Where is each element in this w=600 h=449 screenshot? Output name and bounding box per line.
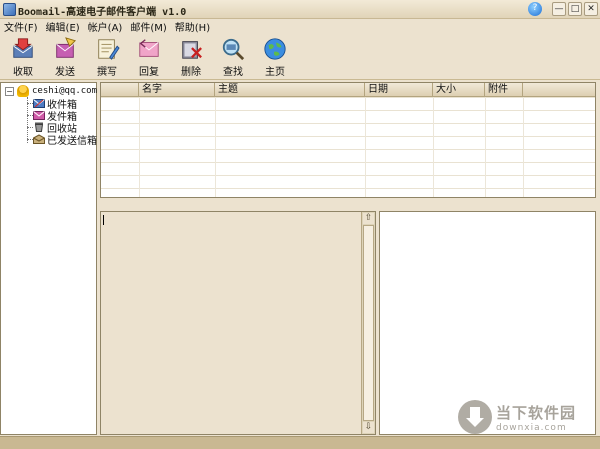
collapse-icon[interactable]: − — [5, 86, 14, 96]
compose-label: 撰写 — [97, 67, 117, 78]
receive-label: 收取 — [13, 67, 33, 78]
window-controls: ? — □ ✕ — [528, 2, 598, 16]
mail-list[interactable]: 名字 主题 日期 大小 附件 — [100, 82, 596, 198]
sent-icon — [33, 134, 45, 144]
scroll-thumb[interactable] — [363, 225, 374, 421]
app-icon — [3, 3, 16, 16]
close-button[interactable]: ✕ — [584, 2, 598, 16]
reply-label: 回复 — [139, 67, 159, 78]
receive-button[interactable]: 收取 — [2, 34, 44, 78]
menu-mail[interactable]: 邮件(M) — [126, 19, 170, 34]
folder-sent[interactable]: 已发送信箱 — [27, 133, 97, 147]
folder-tree: − ceshi@qq.com 收件箱 发件箱 回收站 已发送信箱 — [0, 82, 97, 435]
folder-label: 已发送信箱 — [47, 135, 97, 147]
delete-button[interactable]: 删除 — [170, 34, 212, 78]
scroll-down-icon[interactable]: ⇩ — [363, 422, 374, 433]
account-label: ceshi@qq.com — [32, 86, 98, 96]
column-header-date[interactable]: 日期 — [365, 83, 433, 96]
delete-label: 删除 — [181, 67, 201, 78]
status-bar — [0, 436, 600, 449]
search-label: 查找 — [223, 67, 243, 78]
column-header-filler — [523, 83, 595, 96]
message-preview[interactable]: ⇧ ⇩ — [100, 211, 376, 435]
scroll-up-icon[interactable]: ⇧ — [363, 213, 374, 224]
home-button[interactable]: 主页 — [254, 34, 296, 78]
user-icon — [17, 85, 29, 97]
search-button[interactable]: 查找 — [212, 34, 254, 78]
column-header-subject[interactable]: 主题 — [215, 83, 365, 96]
reply-icon — [139, 39, 159, 57]
mail-list-body[interactable] — [101, 97, 595, 197]
search-icon — [222, 38, 245, 61]
minimize-button[interactable]: — — [552, 2, 566, 16]
compose-button[interactable]: 撰写 — [86, 34, 128, 78]
help-icon[interactable]: ? — [528, 2, 542, 16]
preview-scrollbar[interactable]: ⇧ ⇩ — [361, 212, 375, 434]
mail-list-header: 名字 主题 日期 大小 附件 — [101, 83, 595, 97]
send-label: 发送 — [55, 67, 75, 78]
watermark-name: 当下软件园 — [496, 403, 577, 422]
column-header-size[interactable]: 大小 — [433, 83, 485, 96]
menu-file[interactable]: 文件(F) — [0, 19, 42, 34]
trash-icon — [34, 122, 44, 132]
home-label: 主页 — [265, 67, 285, 78]
maximize-button[interactable]: □ — [568, 2, 582, 16]
menu-edit[interactable]: 编辑(E) — [42, 19, 84, 34]
menu-bar: 文件(F) 编辑(E) 帐户(A) 邮件(M) 帮助(H) — [0, 19, 600, 34]
inbox-icon — [33, 99, 45, 108]
globe-icon — [264, 38, 286, 60]
send-button[interactable]: 发送 — [44, 34, 86, 78]
menu-account[interactable]: 帐户(A) — [84, 19, 127, 34]
text-cursor — [103, 215, 104, 225]
column-header-attachment[interactable]: 附件 — [485, 83, 523, 96]
compose-icon — [98, 39, 120, 60]
delete-icon — [182, 41, 202, 59]
title-bar: Boomail-高速电子邮件客户端 v1.0 ? — □ ✕ — [0, 0, 600, 19]
outbox-icon — [33, 111, 45, 120]
toolbar: 收取 发送 撰写 回复 删除 查找 主页 — [0, 34, 600, 80]
receive-icon — [13, 38, 33, 58]
column-header-name[interactable]: 名字 — [139, 83, 215, 96]
column-header-flag[interactable] — [101, 83, 139, 96]
window-title: Boomail-高速电子邮件客户端 v1.0 — [18, 7, 187, 18]
menu-help[interactable]: 帮助(H) — [171, 19, 214, 34]
download-icon — [458, 400, 492, 434]
reply-button[interactable]: 回复 — [128, 34, 170, 78]
watermark: 当下软件园 downxia.com — [458, 400, 576, 434]
watermark-url: downxia.com — [496, 422, 567, 433]
send-icon — [56, 37, 77, 58]
